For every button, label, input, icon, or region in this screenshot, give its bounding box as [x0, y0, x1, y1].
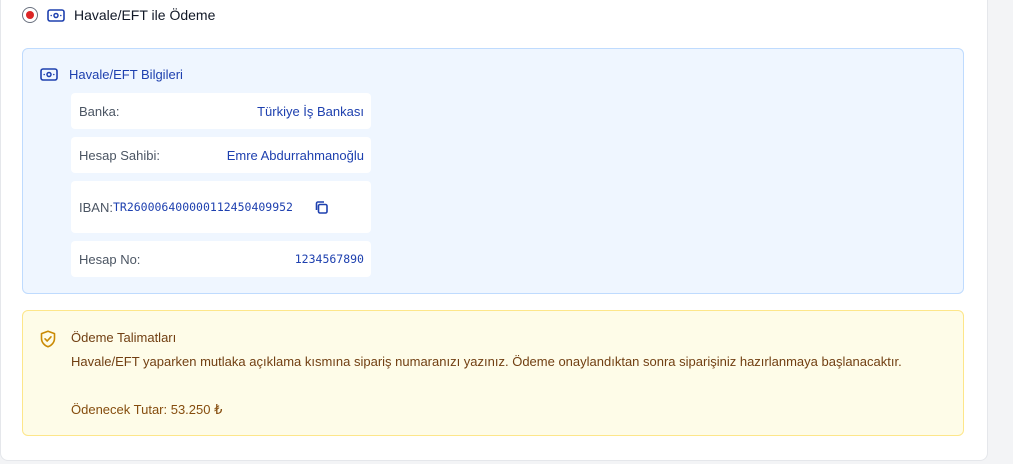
money-icon	[40, 68, 58, 81]
account-number-value: 1234567890	[294, 252, 364, 266]
payment-instructions-panel: Ödeme Talimatları Havale/EFT yaparken mu…	[22, 310, 964, 436]
amount-due: Ödenecek Tutar: 53.250 ₺	[71, 402, 223, 417]
account-number-row: Hesap No: 1234567890	[71, 241, 371, 277]
bank-info-header: Havale/EFT Bilgileri	[40, 67, 183, 82]
bank-name-label: Banka:	[79, 103, 120, 119]
account-owner-label: Hesap Sahibi:	[79, 147, 160, 163]
account-owner-row: Hesap Sahibi: Emre Abdurrahmanoğlu	[71, 137, 371, 173]
instructions-title: Ödeme Talimatları	[71, 330, 177, 345]
iban-row: IBAN: TR260006400000112450409952	[71, 181, 371, 233]
copy-icon	[314, 200, 329, 215]
iban-label: IBAN:	[79, 199, 113, 215]
iban-value[interactable]: TR260006400000112450409952	[113, 200, 293, 214]
account-owner-value: Emre Abdurrahmanoğlu	[226, 147, 364, 163]
radio-selected-dot	[26, 11, 34, 19]
payment-option-havale[interactable]: Havale/EFT ile Ödeme	[22, 5, 215, 25]
bank-name-value: Türkiye İş Bankası	[257, 103, 364, 119]
copy-iban-button[interactable]	[311, 196, 333, 218]
bank-name-row: Banka: Türkiye İş Bankası	[71, 93, 371, 129]
bank-info-panel: Havale/EFT Bilgileri Banka: Türkiye İş B…	[22, 48, 964, 294]
instructions-text: Havale/EFT yaparken mutlaka açıklama kıs…	[71, 354, 902, 369]
money-icon	[47, 8, 65, 22]
payment-option-label: Havale/EFT ile Ödeme	[74, 7, 216, 23]
bank-info-title: Havale/EFT Bilgileri	[69, 67, 183, 82]
shield-check-icon	[40, 330, 56, 348]
payment-radio[interactable]	[22, 7, 38, 23]
account-number-label: Hesap No:	[79, 251, 141, 267]
